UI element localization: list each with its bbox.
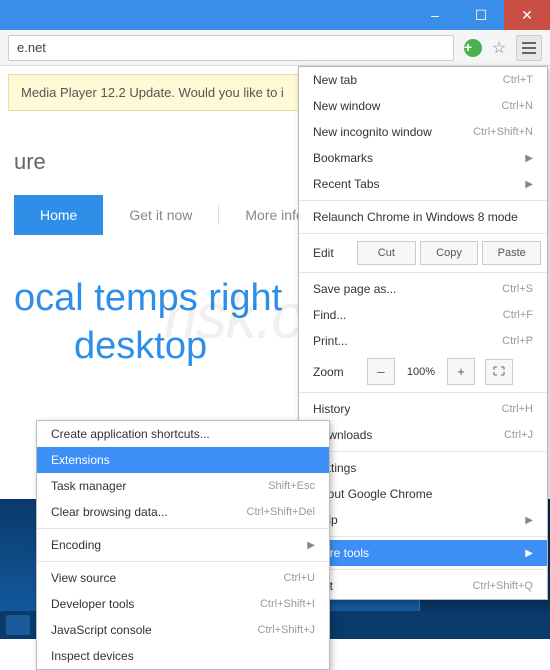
close-button[interactable]: ✕ [504,0,550,30]
menu-help[interactable]: Help▶ [299,507,547,533]
menu-find[interactable]: Find...Ctrl+F [299,302,547,328]
chrome-main-menu: New tabCtrl+T New windowCtrl+N New incog… [298,66,548,600]
start-button[interactable] [6,615,30,635]
minimize-button[interactable]: – [412,0,458,30]
menu-downloads[interactable]: DownloadsCtrl+J [299,422,547,448]
menu-print[interactable]: Print...Ctrl+P [299,328,547,354]
submenu-view-source[interactable]: View sourceCtrl+U [37,565,329,591]
menu-new-window[interactable]: New windowCtrl+N [299,93,547,119]
url-text: e.net [17,40,46,55]
browser-toolbar: e.net + ☆ [0,30,550,66]
menu-more-tools[interactable]: More tools▶ [299,540,547,566]
menu-bookmarks[interactable]: Bookmarks▶ [299,145,547,171]
submenu-extensions[interactable]: Extensions [37,447,329,473]
more-tools-submenu: Create application shortcuts... Extensio… [36,420,330,670]
tab-home[interactable]: Home [14,195,103,235]
zoom-level: 100% [399,366,443,378]
menu-settings[interactable]: Settings [299,455,547,481]
submenu-encoding[interactable]: Encoding▶ [37,532,329,558]
maximize-button[interactable]: ☐ [458,0,504,30]
bookmark-star-icon[interactable]: ☆ [488,37,510,59]
menu-zoom-row: Zoom – 100% + [299,354,547,389]
zoom-out-button[interactable]: – [367,358,395,385]
menu-edit-row: Edit Cut Copy Paste [299,237,547,269]
add-extension-icon[interactable]: + [462,37,484,59]
menu-about[interactable]: About Google Chrome [299,481,547,507]
menu-save-page[interactable]: Save page as...Ctrl+S [299,276,547,302]
paste-button[interactable]: Paste [482,241,541,265]
menu-new-tab[interactable]: New tabCtrl+T [299,67,547,93]
submenu-clear-data[interactable]: Clear browsing data...Ctrl+Shift+Del [37,499,329,525]
menu-exit[interactable]: ExitCtrl+Shift+Q [299,573,547,599]
submenu-task-manager[interactable]: Task managerShift+Esc [37,473,329,499]
menu-new-incognito[interactable]: New incognito windowCtrl+Shift+N [299,119,547,145]
address-bar[interactable]: e.net [8,35,454,61]
menu-relaunch-win8[interactable]: Relaunch Chrome in Windows 8 mode [299,204,547,230]
window-titlebar: – ☐ ✕ [0,0,550,30]
copy-button[interactable]: Copy [420,241,479,265]
submenu-inspect-devices[interactable]: Inspect devices [37,643,329,669]
menu-button[interactable] [516,35,542,61]
tab-get-it-now[interactable]: Get it now [103,195,218,235]
submenu-javascript-console[interactable]: JavaScript consoleCtrl+Shift+J [37,617,329,643]
menu-history[interactable]: HistoryCtrl+H [299,396,547,422]
menu-recent-tabs[interactable]: Recent Tabs▶ [299,171,547,197]
fullscreen-button[interactable] [485,359,513,385]
submenu-developer-tools[interactable]: Developer toolsCtrl+Shift+I [37,591,329,617]
zoom-in-button[interactable]: + [447,358,475,385]
submenu-create-shortcuts[interactable]: Create application shortcuts... [37,421,329,447]
cut-button[interactable]: Cut [357,241,416,265]
